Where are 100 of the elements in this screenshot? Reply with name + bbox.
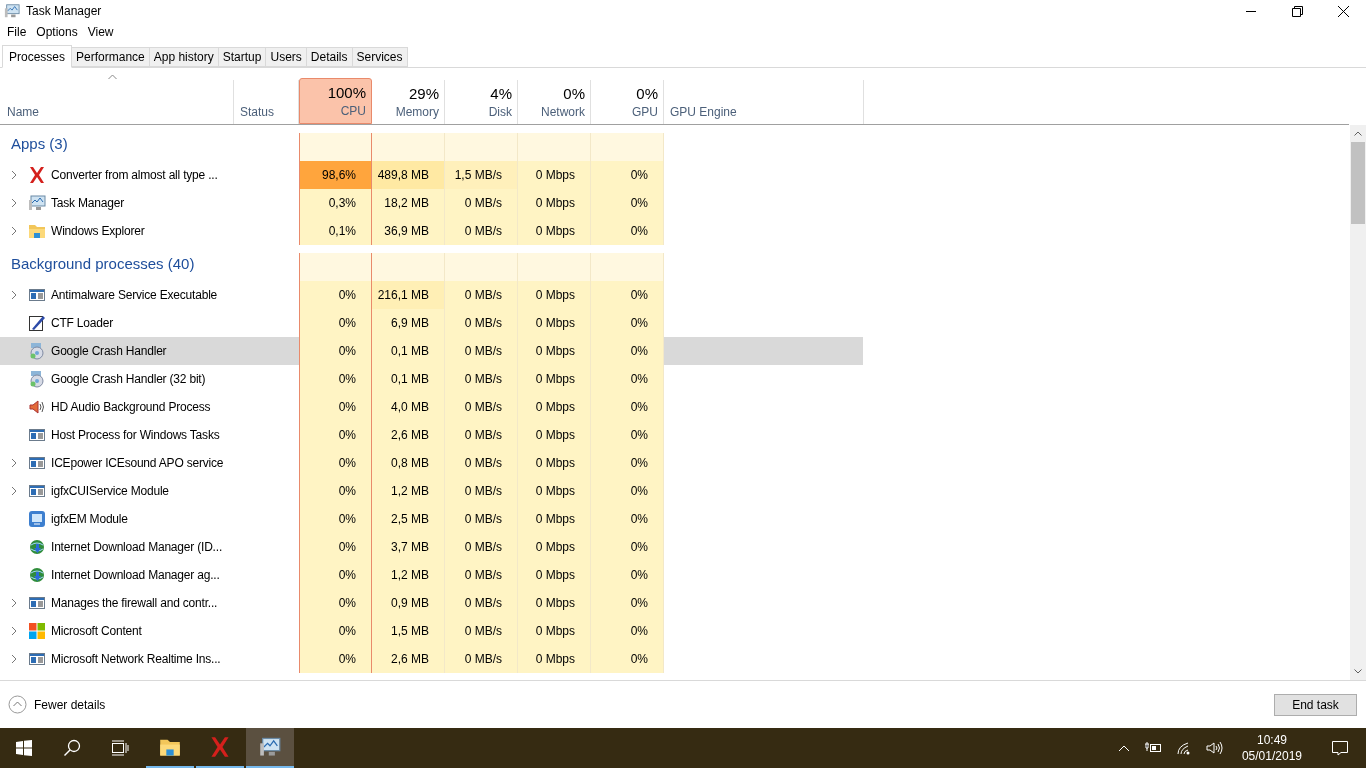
table-cell: 0,9 MB: [372, 589, 445, 617]
table-cell: 0,3%: [299, 189, 372, 217]
task-view-icon: [111, 740, 129, 756]
window-icon: [28, 454, 46, 472]
table-cell: 0 Mbps: [518, 365, 591, 393]
table-cell: 6,9 MB: [372, 309, 445, 337]
monitor-icon: [259, 736, 281, 758]
table-cell: 98,6%: [299, 161, 372, 189]
menu-item[interactable]: File: [2, 23, 32, 41]
table-cell: 0 MB/s: [445, 365, 518, 393]
column-header[interactable]: 100% CPU: [299, 78, 372, 124]
table-cell: 0 Mbps: [518, 161, 591, 189]
process-row[interactable]: Converter from almost all type ... 98,6% 489,8 MB 1,5 MB/s 0 Mbps 0%: [0, 161, 863, 189]
table-cell: 0 Mbps: [518, 589, 591, 617]
table-cell: 0%: [591, 281, 664, 309]
restore-icon: [1291, 5, 1303, 17]
table-cell: 0 MB/s: [445, 393, 518, 421]
table-cell: 0%: [591, 645, 664, 673]
folder-icon: [28, 222, 46, 240]
process-row[interactable]: igfxEM Module 0% 2,5 MB 0 MB/s 0 Mbps 0%: [0, 505, 863, 533]
process-row[interactable]: igfxCUIService Module 0% 1,2 MB 0 MB/s 0 Mbps 0%: [0, 477, 863, 505]
table-cell: 0%: [299, 393, 372, 421]
table-cell: 0,8 MB: [372, 449, 445, 477]
table-cell: 0%: [299, 533, 372, 561]
table-cell: 0 MB/s: [445, 617, 518, 645]
table-cell: 489,8 MB: [372, 161, 445, 189]
four-squares-icon: [28, 622, 46, 640]
group-heading: Apps (3): [11, 133, 68, 154]
tab[interactable]: Startup: [217, 47, 267, 67]
process-row[interactable]: Windows Explorer 0,1% 36,9 MB 0 MB/s 0 Mbps 0%: [0, 217, 863, 245]
wifi-icon: [1175, 741, 1192, 755]
table-cell: 0%: [299, 589, 372, 617]
process-row[interactable]: Task Manager 0,3% 18,2 MB 0 MB/s 0 Mbps 0%: [0, 189, 863, 217]
cross-icon: [28, 166, 46, 184]
table-cell: 36,9 MB: [372, 217, 445, 245]
table-cell: 0%: [591, 393, 664, 421]
table-cell: 0 Mbps: [518, 477, 591, 505]
table-cell: 2,6 MB: [372, 421, 445, 449]
process-row[interactable]: HD Audio Background Process 0% 4,0 MB 0 MB/s 0 Mbps 0%: [0, 393, 863, 421]
table-cell: 0%: [299, 477, 372, 505]
tab[interactable]: Performance: [71, 47, 150, 67]
process-row[interactable]: ICEpower ICEsound APO service 0% 0,8 MB 0 MB/s 0 Mbps 0%: [0, 449, 863, 477]
battery-icon: [1143, 742, 1162, 754]
menu-item[interactable]: Options: [31, 23, 83, 41]
tab[interactable]: Services: [351, 47, 408, 67]
menu-item[interactable]: View: [82, 23, 119, 41]
display-icon: [28, 510, 46, 528]
fewer-details-link[interactable]: Fewer details: [8, 695, 106, 714]
tab[interactable]: Details: [305, 47, 353, 67]
scroll-down-icon: [1354, 669, 1362, 674]
table-cell: 0 Mbps: [518, 449, 591, 477]
process-row[interactable]: Internet Download Manager (ID... 0% 3,7 MB 0 MB/s 0 Mbps 0%: [0, 533, 863, 561]
table-cell: 3,7 MB: [372, 533, 445, 561]
process-row[interactable]: Host Process for Windows Tasks 0% 2,6 MB 0 MB/s 0 Mbps 0%: [0, 421, 863, 449]
table-cell: 0%: [591, 449, 664, 477]
taskbar-app-button[interactable]: [246, 728, 294, 768]
table-cell: 0 MB/s: [445, 281, 518, 309]
table-cell: 0 Mbps: [518, 217, 591, 245]
table-cell: 0 Mbps: [518, 189, 591, 217]
tab[interactable]: App history: [148, 47, 219, 67]
monitor-icon: [28, 194, 46, 212]
table-cell: 0%: [591, 421, 664, 449]
process-row[interactable]: Google Crash Handler (32 bit) 0% 0,1 MB 0 MB/s 0 Mbps 0%: [0, 365, 863, 393]
volume-icon: [1205, 741, 1224, 755]
process-row[interactable]: Microsoft Network Realtime Ins... 0% 2,6 MB 0 MB/s 0 Mbps 0%: [0, 645, 863, 673]
speech-bubble-icon: [1331, 740, 1349, 756]
globe-icon: [28, 566, 46, 584]
column-header[interactable]: GPU Engine: [664, 80, 864, 124]
table-cell: 0%: [299, 281, 372, 309]
process-row[interactable]: CTF Loader 0% 6,9 MB 0 MB/s 0 Mbps 0%: [0, 309, 863, 337]
table-cell: 0 Mbps: [518, 617, 591, 645]
chevron-up-icon: [1117, 744, 1130, 752]
table-cell: 0 Mbps: [518, 645, 591, 673]
table-cell: 0 Mbps: [518, 337, 591, 365]
table-cell: 0%: [591, 589, 664, 617]
column-header[interactable]: Name: [0, 80, 234, 124]
volume-button[interactable]: [1203, 741, 1226, 755]
table-cell: 0 MB/s: [445, 533, 518, 561]
table-cell: 0 MB/s: [445, 189, 518, 217]
table-cell: 1,5 MB/s: [445, 161, 518, 189]
process-row[interactable]: Google Crash Handler 0% 0,1 MB 0 MB/s 0 Mbps 0%: [0, 337, 863, 365]
table-cell: 0%: [591, 337, 664, 365]
scrollbar[interactable]: [1349, 125, 1366, 680]
table-cell: 0%: [299, 645, 372, 673]
scroll-thumb[interactable]: [1351, 142, 1365, 224]
table-cell: 0%: [299, 449, 372, 477]
tab[interactable]: Processes: [2, 45, 73, 68]
table-cell: 0 Mbps: [518, 561, 591, 589]
window-icon: [28, 650, 46, 668]
tab[interactable]: Users: [265, 47, 307, 67]
clock[interactable]: 10:49 05/01/2019: [1235, 732, 1308, 764]
table-cell: 0 MB/s: [445, 217, 518, 245]
process-row[interactable]: Microsoft Content 0% 1,5 MB 0 MB/s 0 Mbps 0%: [0, 617, 863, 645]
end-task-button[interactable]: End task: [1274, 693, 1357, 716]
globe-icon: [28, 538, 46, 556]
process-row[interactable]: Internet Download Manager ag... 0% 1,2 MB 0 MB/s 0 Mbps 0%: [0, 561, 863, 589]
process-row[interactable]: Antimalware Service Executable 0% 216,1 MB 0 MB/s 0 Mbps 0%: [0, 281, 863, 309]
process-row[interactable]: Manages the firewall and contr... 0% 0,9 MB 0 MB/s 0 Mbps 0%: [0, 589, 863, 617]
table-cell: 4,0 MB: [372, 393, 445, 421]
disc-icon: [28, 370, 46, 388]
